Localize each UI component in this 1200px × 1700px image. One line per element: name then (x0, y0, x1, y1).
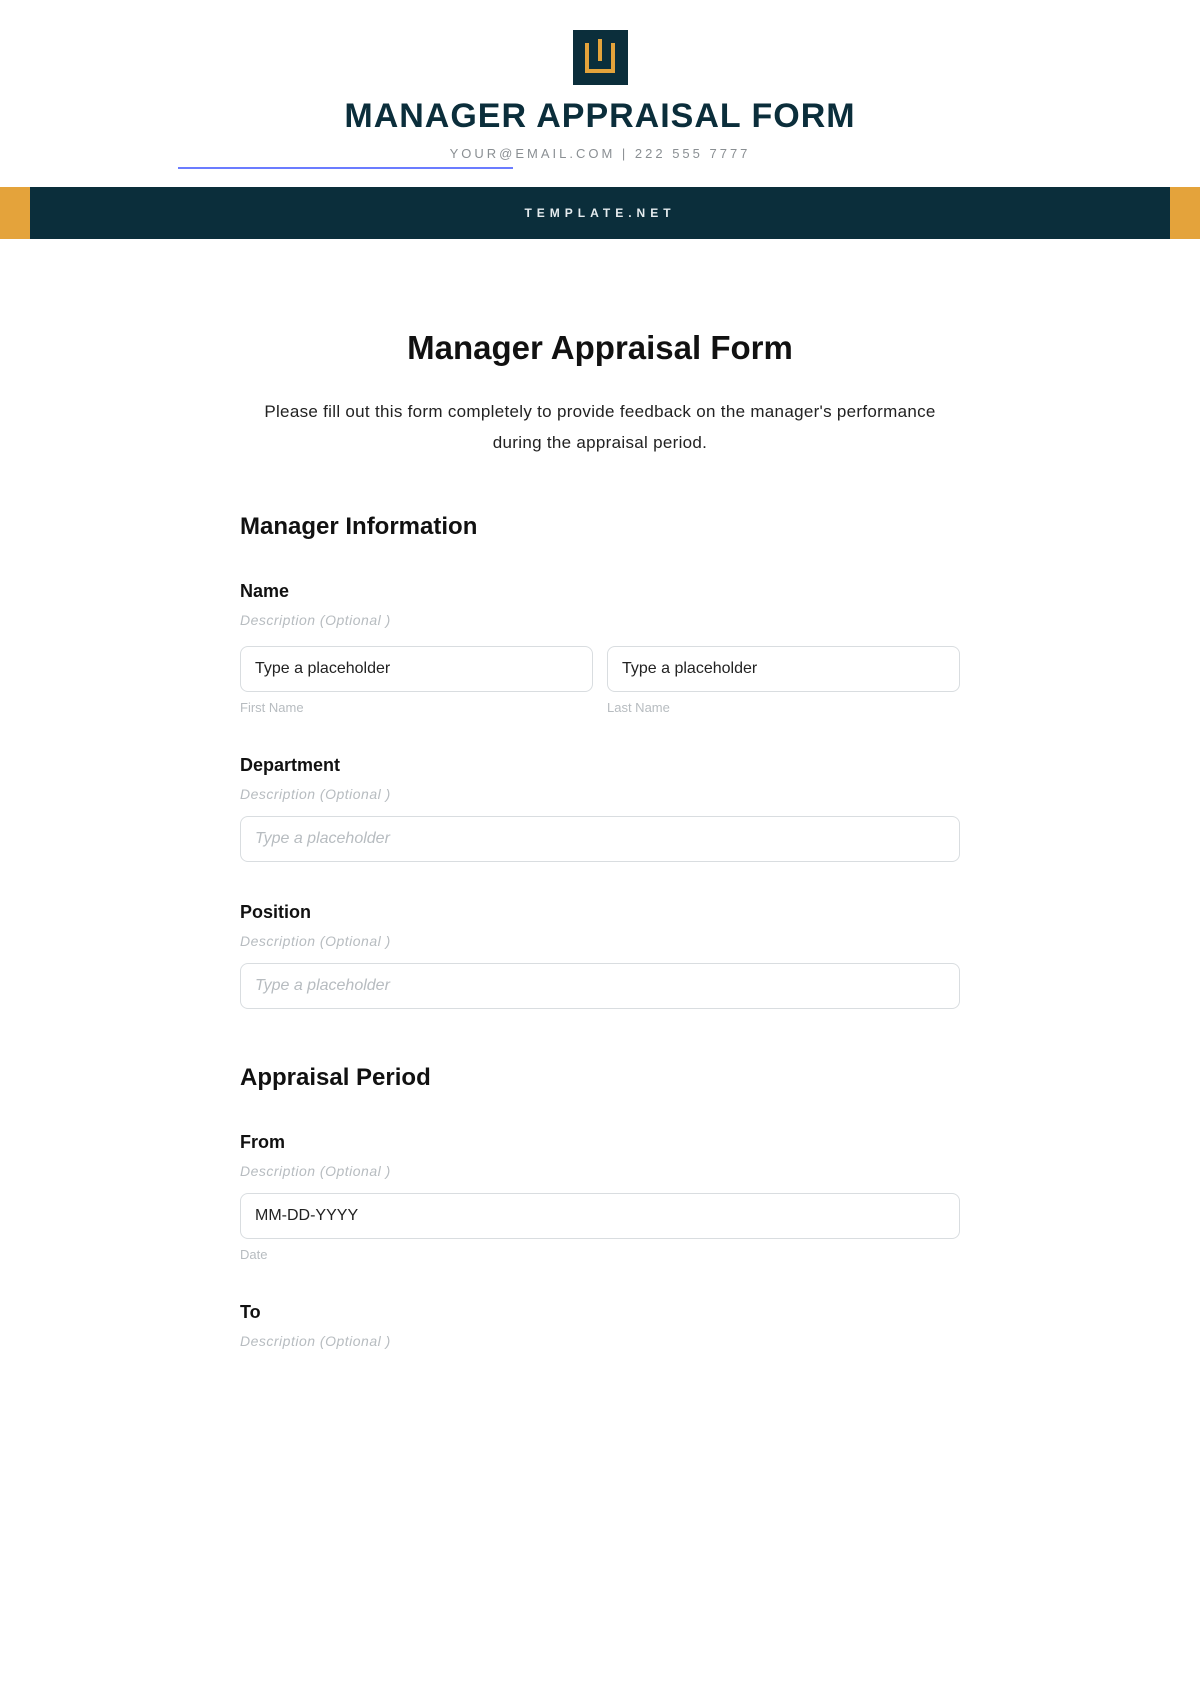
desc-to: Description (Optional ) (240, 1333, 960, 1349)
desc-name: Description (Optional ) (240, 612, 960, 628)
label-from: From (240, 1132, 960, 1153)
sub-last-name: Last Name (607, 700, 960, 715)
brand-band: TEMPLATE.NET (0, 187, 1200, 239)
position-input[interactable] (240, 963, 960, 1009)
section-manager-information: Manager Information (240, 513, 960, 541)
header-title: MANAGER APPRAISAL FORM (344, 97, 855, 136)
page-title: Manager Appraisal Form (240, 329, 960, 367)
department-input[interactable] (240, 816, 960, 862)
from-date-input[interactable] (240, 1193, 960, 1239)
label-name: Name (240, 581, 960, 602)
desc-position: Description (Optional ) (240, 933, 960, 949)
logo (573, 30, 628, 85)
field-name: Name Description (Optional ) First Name … (240, 581, 960, 715)
field-from: From Description (Optional ) Date (240, 1132, 960, 1262)
desc-from: Description (Optional ) (240, 1163, 960, 1179)
sub-first-name: First Name (240, 700, 593, 715)
first-name-input[interactable] (240, 646, 593, 692)
brand-band-text: TEMPLATE.NET (524, 206, 675, 220)
intro-text: Please fill out this form completely to … (240, 397, 960, 458)
sub-from-date: Date (240, 1247, 960, 1262)
field-to: To Description (Optional ) (240, 1302, 960, 1349)
label-to: To (240, 1302, 960, 1323)
field-position: Position Description (Optional ) (240, 902, 960, 1009)
label-position: Position (240, 902, 960, 923)
label-department: Department (240, 755, 960, 776)
field-department: Department Description (Optional ) (240, 755, 960, 862)
last-name-input[interactable] (607, 646, 960, 692)
header-contact: YOUR@EMAIL.COM | 222 555 7777 (450, 146, 751, 161)
header-underline (178, 167, 513, 169)
desc-department: Description (Optional ) (240, 786, 960, 802)
section-appraisal-period: Appraisal Period (240, 1064, 960, 1092)
